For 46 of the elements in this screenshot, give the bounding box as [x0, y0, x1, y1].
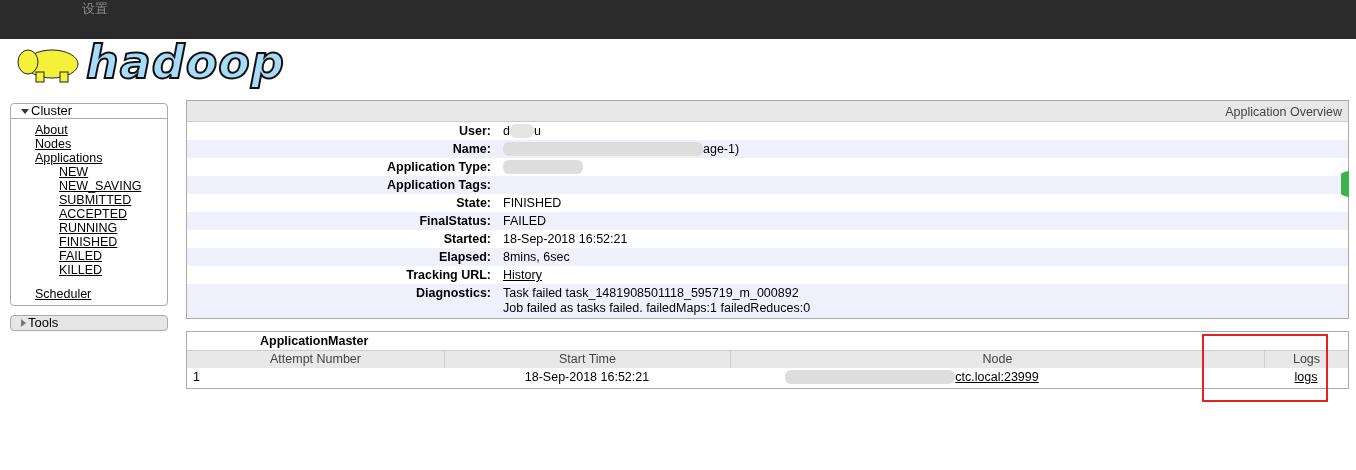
sidebar-link[interactable]: ACCEPTED [59, 207, 128, 221]
column-header[interactable]: Node [730, 351, 1264, 368]
sidebar-link[interactable]: NEW [59, 165, 89, 179]
diagnostic-line: Task failed task_1481908501118_595719_m_000892 [503, 286, 800, 301]
logs-link[interactable]: logs [1294, 370, 1318, 384]
field-label: Diagnostics: [415, 285, 491, 302]
field-label: User: [458, 123, 491, 140]
redaction-blur [509, 124, 534, 138]
overlay-text: 设置 [82, 0, 108, 18]
field-label: FinalStatus: [418, 213, 491, 230]
sidebar-link[interactable]: Nodes [35, 137, 72, 151]
sidebar-link[interactable]: KILLED [59, 263, 103, 277]
sidebar-link[interactable]: FINISHED [59, 235, 118, 249]
field-value: FINISHED [503, 195, 562, 212]
sidebar-link[interactable]: FAILED [59, 249, 103, 263]
field-value: 8mins, 6sec [503, 249, 570, 266]
sidebar-link[interactable]: Applications [35, 151, 103, 165]
sidebar-link[interactable]: NEW_SAVING [59, 179, 142, 193]
sidebar-link[interactable]: SUBMITTED [59, 193, 132, 207]
history-link[interactable]: History [503, 266, 542, 284]
sidebar-link[interactable]: About [35, 123, 68, 137]
field-value: 18-Sep-2018 16:52:21 [503, 231, 628, 248]
section-header[interactable]: Tools [11, 316, 167, 330]
column-header[interactable]: Start Time [444, 351, 730, 368]
diagnostic-line: Job failed as tasks failed. failedMaps:1 failedReduces:0 [503, 301, 811, 316]
table-title: ApplicationMaster [260, 334, 369, 348]
field-value: u [533, 123, 541, 140]
sidebar-link[interactable]: Scheduler [35, 287, 92, 301]
table-cell-text: 1 [192, 369, 201, 386]
field-label: State: [455, 195, 491, 212]
field-value: d [503, 123, 510, 140]
field-value: FAILED [503, 213, 547, 230]
field-label: Name: [451, 141, 491, 158]
field-label: Started: [442, 231, 491, 248]
sidebar-link[interactable]: RUNNING [59, 221, 118, 235]
field-label: Application Tags: [386, 177, 491, 194]
field-value: age-1) [703, 141, 740, 158]
table-cell-text: 18-Sep-2018 16:52:21 [523, 369, 651, 386]
field-label: Application Type: [386, 159, 491, 176]
section-header[interactable]: Cluster [11, 104, 167, 119]
node-link[interactable]: ctc.local:23999 [955, 368, 1039, 386]
panel-title: Application Overview [1225, 105, 1342, 119]
field-label: Elapsed: [437, 249, 491, 266]
column-header[interactable]: Logs [1264, 351, 1348, 368]
field-label: Tracking URL: [405, 267, 491, 284]
column-header[interactable]: Attempt Number [187, 351, 444, 368]
